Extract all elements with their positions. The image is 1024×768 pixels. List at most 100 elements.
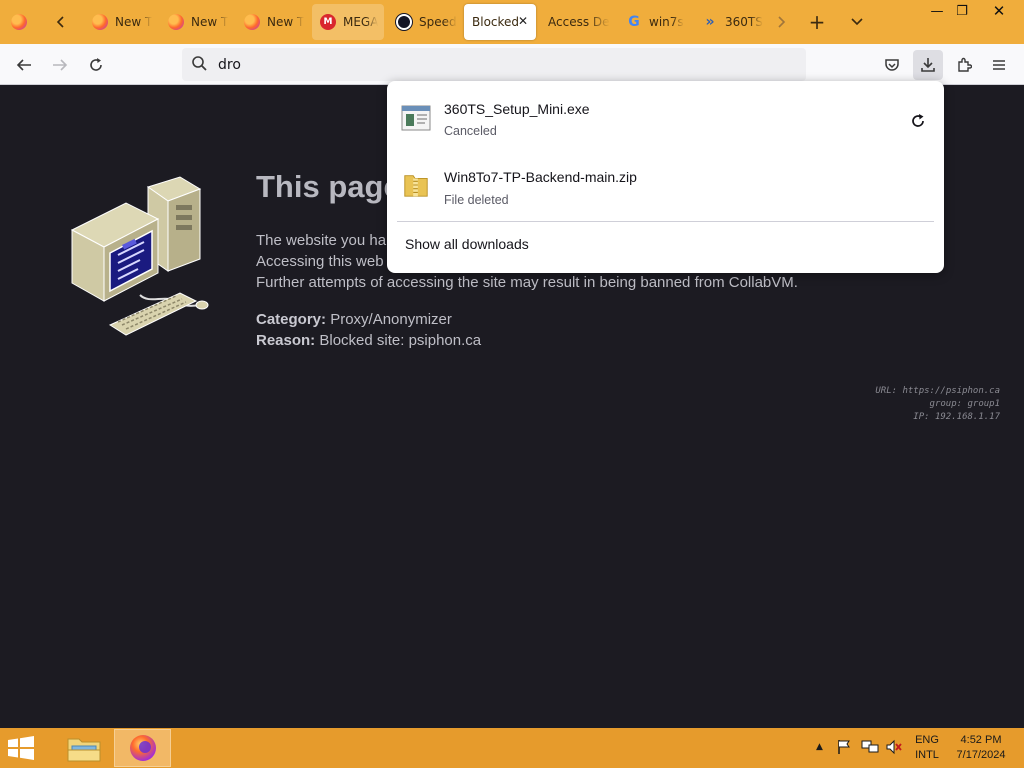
download-item[interactable]: Win8To7-TP-Backend-main.zip File deleted (399, 157, 932, 217)
tab-new-tab-1[interactable]: New T (84, 4, 162, 40)
tab-speedtest[interactable]: Speed (388, 4, 460, 40)
tab-new-tab-2[interactable]: New T (160, 4, 238, 40)
new-tab-button[interactable]: + (804, 9, 830, 35)
taskbar: ▲ ENG INTL 4:52 PM 7/17/2024 (0, 728, 1024, 768)
retry-icon (912, 114, 924, 127)
plus-icon: + (808, 10, 826, 34)
list-all-tabs-button[interactable] (844, 9, 870, 35)
restore-button[interactable]: ❐ (945, 0, 979, 22)
download-filename: 360TS_Setup_Mini.exe (444, 101, 590, 117)
tab-mega[interactable]: M MEGA (312, 4, 384, 40)
input-language-indicator[interactable]: ENG INTL (910, 733, 944, 763)
pocket-button[interactable] (878, 51, 906, 79)
category-value: Proxy/Anonymizer (330, 311, 452, 328)
tab-label: MEGA (343, 15, 379, 29)
close-window-button[interactable]: ✕ (982, 0, 1016, 22)
firefox-icon (11, 14, 27, 30)
tab-new-tab-3[interactable]: New T (236, 4, 314, 40)
taskbar-firefox[interactable] (114, 729, 171, 767)
tab-strip: New T New T New T M MEGA Speed Blocked ✕… (0, 0, 1024, 44)
computer-illustration-icon (70, 176, 209, 336)
message-line-2: Accessing this web (256, 253, 384, 270)
tab-label: win7s (649, 15, 684, 29)
panel-divider (397, 221, 934, 222)
url-bar[interactable]: dro (182, 48, 806, 81)
tab-label: New T (191, 15, 229, 29)
chevron-right-icon (778, 16, 786, 28)
chevron-down-icon (851, 18, 863, 26)
tab-label: Access De (548, 15, 610, 29)
chevron-left-icon (56, 16, 64, 28)
network-icon[interactable] (861, 739, 879, 755)
clock-time: 4:52 PM (960, 734, 1002, 746)
category-label: Category: (256, 311, 327, 328)
tab-access-denied[interactable]: Access De (540, 4, 616, 40)
minimize-icon: — (930, 3, 944, 19)
close-tab-icon[interactable]: ✕ (518, 14, 528, 28)
reason-value: Blocked site: psiphon.ca (319, 332, 482, 349)
tab-label: 360TS (725, 15, 763, 29)
extensions-button[interactable] (950, 51, 978, 79)
zip-folder-icon (404, 175, 428, 197)
arrow-right-icon (53, 59, 68, 71)
download-filename: Win8To7-TP-Backend-main.zip (444, 169, 637, 185)
tab-360ts[interactable]: » 360TS (694, 4, 766, 40)
downloads-button[interactable] (913, 50, 943, 80)
windows-logo-icon (8, 736, 34, 760)
url-input-text[interactable]: dro (218, 57, 241, 73)
firefox-icon (130, 735, 156, 761)
reload-icon (90, 58, 102, 71)
forward-button[interactable] (46, 51, 74, 79)
start-button[interactable] (6, 729, 44, 767)
category-row: Category: Proxy/Anonymizer (256, 311, 452, 328)
scroll-tabs-left-button[interactable] (48, 9, 74, 35)
keyboard-layout: INTL (915, 749, 939, 761)
app-menu-button[interactable] (985, 51, 1013, 79)
tab-label: New T (115, 15, 153, 29)
clock[interactable]: 4:52 PM 7/17/2024 (948, 733, 1014, 763)
scroll-tabs-right-button[interactable] (768, 9, 794, 35)
firefox-view-button[interactable] (6, 9, 32, 35)
puzzle-icon (958, 57, 972, 72)
reason-row: Reason: Blocked site: psiphon.ca (256, 332, 481, 349)
firefox-icon (92, 14, 108, 30)
chevron-icon: » (705, 14, 715, 30)
show-all-downloads-button[interactable]: Show all downloads (405, 236, 529, 252)
tab-label: Speed (419, 15, 457, 29)
page-title: This page (256, 169, 401, 204)
reload-button[interactable] (82, 51, 110, 79)
tab-label: New T (267, 15, 305, 29)
firefox-icon (168, 14, 184, 30)
tab-blocked[interactable]: Blocked ✕ (464, 4, 536, 40)
show-hidden-icons-button[interactable]: ▲ (816, 742, 823, 752)
restore-icon: ❐ (956, 3, 968, 19)
message-line-1: The website you ha (256, 232, 387, 249)
message-line-3: Further attempts of accessing the site m… (256, 274, 798, 291)
download-icon (921, 58, 935, 72)
back-button[interactable] (10, 51, 38, 79)
retry-download-button[interactable] (906, 109, 930, 133)
close-icon: ✕ (992, 2, 1006, 20)
action-center-flag-icon[interactable] (836, 739, 852, 755)
downloads-panel: 360TS_Setup_Mini.exe Canceled Win8To7-TP… (387, 81, 944, 273)
pocket-icon (885, 59, 899, 71)
taskbar-file-explorer[interactable] (58, 729, 108, 767)
firefox-icon (244, 14, 260, 30)
blocked-url-meta: URL: https://psiphon.ca (875, 386, 1000, 396)
hamburger-menu-icon (993, 60, 1005, 70)
tab-label: Blocked (472, 15, 520, 29)
clock-date: 7/17/2024 (956, 749, 1006, 761)
arrow-left-icon (16, 59, 31, 71)
volume-muted-icon[interactable] (885, 739, 903, 755)
folder-icon (67, 738, 101, 762)
download-item[interactable]: 360TS_Setup_Mini.exe Canceled (399, 89, 932, 149)
installer-icon (401, 105, 431, 131)
speedtest-icon (396, 14, 412, 30)
download-status: Canceled (444, 124, 497, 138)
language-code: ENG (915, 734, 939, 746)
navigation-toolbar: dro (0, 44, 1024, 85)
reason-label: Reason: (256, 332, 316, 349)
mega-icon: M (320, 14, 336, 30)
tab-win7s[interactable]: G win7s (618, 4, 690, 40)
search-icon (192, 56, 207, 71)
